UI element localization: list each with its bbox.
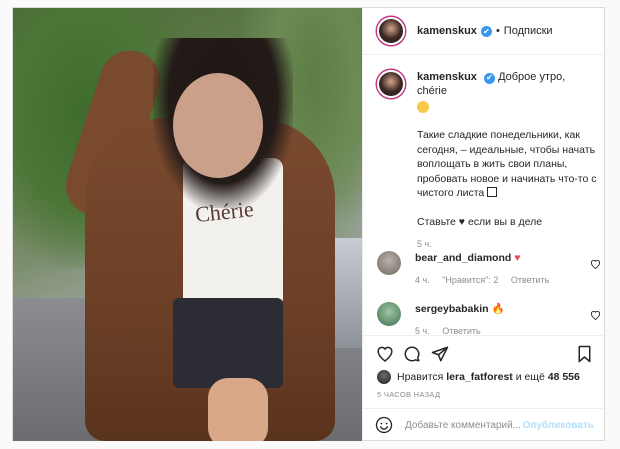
- likes-line: Нравится lera_fatforest и ещё 48 556: [377, 370, 580, 384]
- like-heart-icon[interactable]: [376, 345, 394, 362]
- caption-username[interactable]: kamenskux: [417, 71, 477, 83]
- likes-and-more: и ещё: [515, 371, 545, 383]
- fire-emoji: 🔥: [491, 303, 505, 315]
- comment-username[interactable]: bear_and_diamond: [415, 252, 511, 264]
- smile-emoji-icon: [417, 101, 429, 113]
- avatar[interactable]: [377, 17, 405, 45]
- caption-body: Такие сладкие понедельники, как сегодня,…: [417, 128, 597, 229]
- likes-count[interactable]: 48 556: [548, 371, 580, 383]
- username-link[interactable]: kamenskux: [417, 25, 477, 37]
- add-comment-bar: Добавьте комментарий... Опубликовать: [363, 408, 606, 441]
- verified-badge-icon: ✔: [480, 25, 492, 37]
- emoji-smile-icon[interactable]: [375, 416, 393, 434]
- verified-badge-icon: ✔: [484, 72, 495, 84]
- like-comment-icon[interactable]: [590, 310, 601, 323]
- comment-username[interactable]: sergeybabakin: [415, 303, 489, 315]
- face: [173, 73, 263, 178]
- caption-header: kamenskux ✔ Доброе утро, chérie: [417, 70, 597, 98]
- liker-avatar[interactable]: [377, 370, 391, 384]
- comment-item: sergeybabakin 🔥 5 ч. Ответить: [377, 302, 601, 336]
- comment-time: 4 ч.: [415, 275, 430, 285]
- post-sidebar: kamenskux ✔ • Подписки kamenskux ✔ Добро…: [362, 8, 606, 441]
- caption-avatar[interactable]: [377, 70, 405, 98]
- post-caption: kamenskux ✔ Доброе утро, chérie Такие сл…: [377, 70, 597, 249]
- caption-paragraph-1: Такие сладкие понедельники, как сегодня,…: [417, 129, 597, 199]
- action-bar: [363, 335, 606, 372]
- comment-bubble-icon[interactable]: [403, 345, 421, 363]
- following-button[interactable]: Подписки: [504, 25, 553, 37]
- post-header: kamenskux ✔ • Подписки: [363, 8, 606, 55]
- comment-meta: 4 ч. "Нравится": 2 Ответить: [415, 275, 597, 285]
- publish-button[interactable]: Опубликовать: [523, 420, 594, 431]
- comment-avatar[interactable]: [377, 302, 401, 326]
- comment-input[interactable]: Добавьте комментарий...: [405, 420, 523, 431]
- blank-square-icon: [487, 187, 498, 197]
- likes-prefix: Нравится: [397, 371, 444, 383]
- comment-text: bear_and_diamond ♥: [415, 251, 597, 265]
- leg: [208, 378, 268, 441]
- caption-time: 5 ч.: [417, 239, 432, 249]
- comment-item: bear_and_diamond ♥ 4 ч. "Нравится": 2 От…: [377, 251, 601, 285]
- liker-username[interactable]: lera_fatforest: [446, 371, 513, 383]
- comment-avatar[interactable]: [377, 251, 401, 275]
- reply-button[interactable]: Ответить: [511, 275, 549, 285]
- separator-dot: •: [495, 25, 500, 37]
- post-photo[interactable]: Chérie: [13, 8, 362, 441]
- red-heart-emoji: ♥: [514, 252, 521, 264]
- comment-likes[interactable]: "Нравится": 2: [442, 275, 498, 285]
- caption-paragraph-2: Ставьте ♥ если вы в деле: [417, 215, 543, 228]
- comment-text: sergeybabakin 🔥: [415, 302, 597, 316]
- like-comment-icon[interactable]: [590, 259, 601, 272]
- denim-shorts: [173, 298, 283, 388]
- share-plane-icon[interactable]: [431, 345, 449, 363]
- post-timestamp: 5 ЧАСОВ НАЗАД: [377, 390, 441, 399]
- post-card: Chérie kamenskux ✔ • Подписки kamenskux …: [12, 7, 606, 441]
- save-bookmark-icon[interactable]: [577, 345, 592, 363]
